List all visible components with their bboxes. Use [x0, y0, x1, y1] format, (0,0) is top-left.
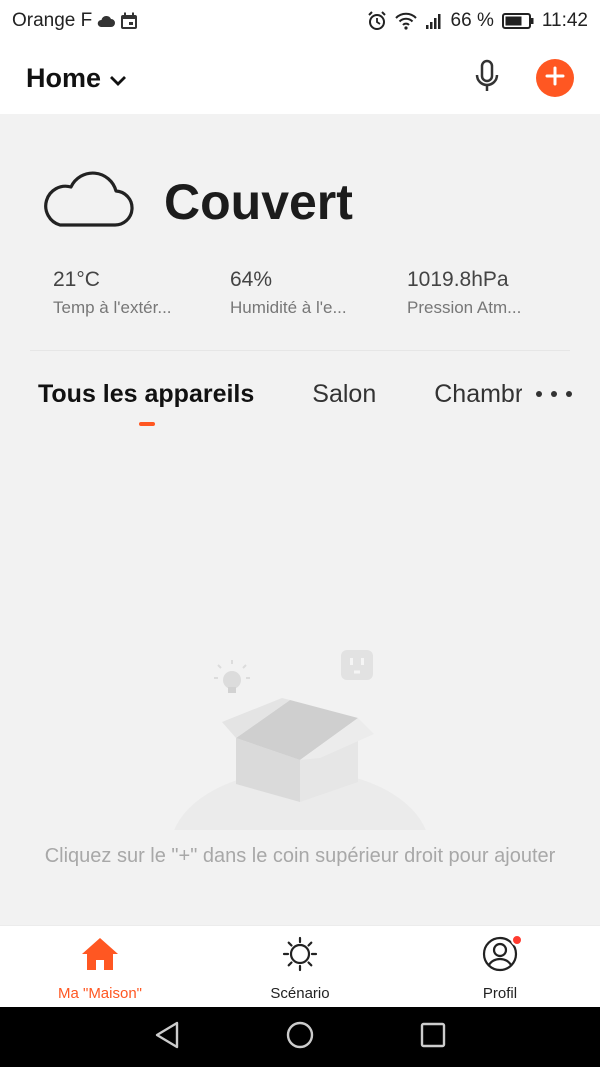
bottom-navigation: Ma "Maison" Scénario Profil: [0, 925, 600, 1007]
app-header: Home: [0, 42, 600, 114]
home-circle-icon[interactable]: [285, 1020, 315, 1055]
chevron-down-icon: [109, 63, 127, 94]
stat-humidity: 64% Humidité à l'e...: [230, 268, 407, 318]
more-rooms-button[interactable]: [536, 380, 572, 408]
stat-label: Humidité à l'e...: [230, 298, 347, 317]
battery-percent: 66 %: [450, 10, 494, 31]
microphone-icon[interactable]: [472, 59, 502, 98]
weather-condition: Couvert: [164, 173, 353, 230]
wifi-icon: [394, 12, 417, 30]
weather-stats: 21°C Temp à l'extér... 64% Humidité à l'…: [53, 268, 584, 318]
stat-value: 21°C: [53, 268, 100, 291]
status-bar: Orange F 66 % 11:42: [0, 0, 600, 42]
tab-salon[interactable]: Salon: [312, 380, 376, 409]
tab-all-devices[interactable]: Tous les appareils: [38, 380, 254, 409]
empty-box-illustration: [170, 640, 430, 930]
system-navigation-bar: [0, 1007, 600, 1067]
battery-icon: [501, 13, 534, 29]
stat-temperature: 21°C Temp à l'extér...: [53, 268, 230, 318]
carrier-name: Orange F: [12, 10, 93, 31]
nav-label: Scénario: [270, 985, 330, 1002]
lightbulb-icon: [214, 660, 250, 693]
home-selector[interactable]: Home: [26, 63, 127, 94]
tab-chambre[interactable]: Chambre: [434, 380, 522, 409]
sun-icon: [280, 936, 320, 977]
empty-state-message: Cliquez sur le "+" dans le coin supérieu…: [44, 845, 556, 867]
stat-label: Pression Atm...: [407, 298, 522, 317]
nav-label: Ma "Maison": [57, 985, 142, 1002]
signal-icon: [425, 13, 443, 29]
notification-dot: [511, 934, 523, 946]
nav-label: Profil: [482, 985, 518, 1002]
divider: [30, 350, 570, 351]
dot: [551, 391, 557, 397]
cloud-icon: [40, 170, 134, 233]
stat-pressure: 1019.8hPa Pression Atm...: [407, 268, 584, 318]
recents-icon[interactable]: [419, 1021, 447, 1054]
socket-icon: [341, 650, 373, 680]
plus-icon: [545, 66, 565, 91]
dot: [536, 391, 542, 397]
stat-value: 64%: [230, 268, 273, 291]
dot: [566, 391, 572, 397]
profile-icon: [481, 934, 523, 977]
home-title: Home: [26, 62, 102, 93]
nav-home[interactable]: Ma "Maison": [0, 926, 200, 1007]
nav-profile[interactable]: Profil: [400, 926, 600, 1007]
clock: 11:42: [541, 10, 588, 31]
add-device-button[interactable]: [536, 59, 574, 97]
back-icon[interactable]: [153, 1020, 181, 1055]
alarm-icon: [367, 11, 387, 31]
stat-value: 1019.8hPa: [407, 268, 509, 291]
weather-summary: Couvert: [40, 170, 353, 233]
active-tab-indicator: [139, 422, 155, 426]
nav-scenario[interactable]: Scénario: [200, 926, 400, 1007]
home-icon: [80, 936, 120, 977]
room-tabs: Tous les appareils Salon Chambre: [38, 374, 522, 414]
calendar-icon: [120, 12, 138, 30]
cloud-icon: [96, 14, 116, 28]
stat-label: Temp à l'extér...: [53, 298, 172, 317]
